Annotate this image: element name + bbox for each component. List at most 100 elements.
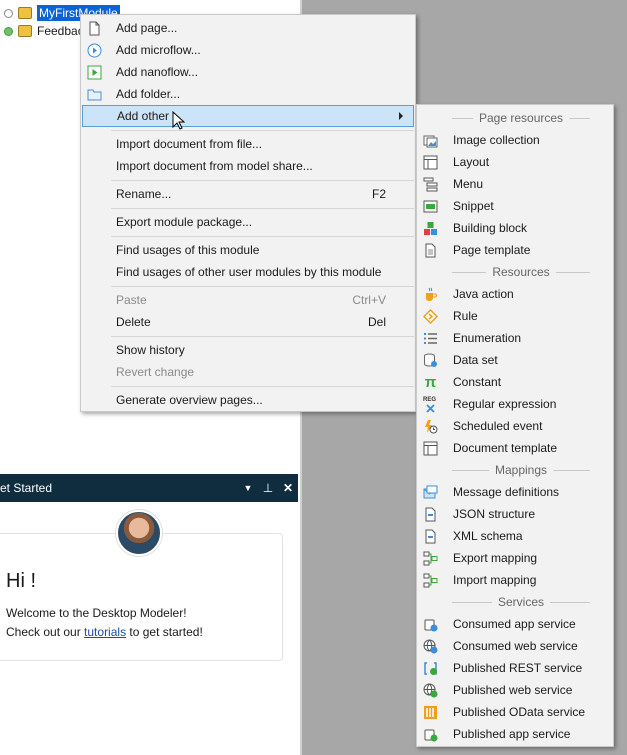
submenu-item-label: Published app service xyxy=(453,727,571,741)
avatar xyxy=(116,510,162,556)
submenu-item-enumeration[interactable]: Enumeration xyxy=(418,327,612,349)
welcome-text: Welcome to the Desktop Modeler! xyxy=(6,606,187,620)
menu-separator xyxy=(111,208,414,209)
menu-item-revert-change: Revert change xyxy=(82,361,414,383)
data-set-icon xyxy=(424,353,437,367)
menu-item-label: Delete xyxy=(116,315,151,329)
menu-separator xyxy=(111,386,414,387)
greeting: Hi ! xyxy=(6,570,36,592)
submenu-item-snippet[interactable]: Snippet xyxy=(418,195,612,217)
xml-schema-icon xyxy=(425,529,436,543)
submenu-item-label: Image collection xyxy=(453,133,540,147)
submenu-item-layout[interactable]: Layout xyxy=(418,151,612,173)
submenu-item-scheduled-event[interactable]: Scheduled event xyxy=(418,415,612,437)
pin-icon[interactable]: ⊥ xyxy=(258,481,278,495)
submenu-item-page-template[interactable]: Page template xyxy=(418,239,612,261)
tree-item-label: Feedbac xyxy=(37,24,84,38)
expand-icon[interactable] xyxy=(4,8,13,18)
menu-item-label: Generate overview pages... xyxy=(116,393,263,407)
tree-item-feedback[interactable]: Feedbac xyxy=(4,22,84,40)
submenu-item-document-template[interactable]: Document template xyxy=(418,437,612,459)
submenu-item-message-definitions[interactable]: Message definitions xyxy=(418,481,612,503)
submenu-item-published-odata-service[interactable]: Published OData service xyxy=(418,701,612,723)
page-template-icon xyxy=(425,243,436,257)
submenu-item-java-action[interactable]: Java action xyxy=(418,283,612,305)
dropdown-icon[interactable]: ▼ xyxy=(238,483,258,493)
menu-item-import-file[interactable]: Import document from file... xyxy=(82,133,414,155)
section-header: Services xyxy=(418,591,612,613)
scheduled-event-icon xyxy=(425,419,438,433)
java-action-icon xyxy=(426,287,437,301)
menu-item-shortcut: Del xyxy=(367,315,386,329)
menu-item-add-nanoflow[interactable]: Add nanoflow... xyxy=(82,61,414,83)
menu-item-generate-overview[interactable]: Generate overview pages... xyxy=(82,389,414,411)
menu-item-show-history[interactable]: Show history xyxy=(82,339,414,361)
submenu-item-label: Rule xyxy=(453,309,478,323)
menu-item-paste: Paste Ctrl+V xyxy=(82,289,414,311)
tutorial-prefix: Check out our xyxy=(6,625,85,639)
published-odata-service-icon xyxy=(424,705,437,719)
submenu-item-label: Menu xyxy=(453,177,484,191)
submenu-item-building-block[interactable]: Building block xyxy=(418,217,612,239)
menu-item-add-page[interactable]: Add page... xyxy=(82,17,414,39)
menu-item-add-microflow[interactable]: Add microflow... xyxy=(82,39,414,61)
submenu-item-label: XML schema xyxy=(453,529,523,543)
submenu-item-label: Export mapping xyxy=(453,551,538,565)
submenu-item-json-structure[interactable]: JSON structure xyxy=(418,503,612,525)
submenu-item-xml-schema[interactable]: XML schema xyxy=(418,525,612,547)
menu-item-label: Import document from model share... xyxy=(116,159,313,173)
submenu-item-export-mapping[interactable]: Export mapping xyxy=(418,547,612,569)
submenu-item-published-web-service[interactable]: Published web service xyxy=(418,679,612,701)
submenu-item-rule[interactable]: Rule xyxy=(418,305,612,327)
submenu-item-regular-expression[interactable]: REG Regular expression xyxy=(418,393,612,415)
published-app-service-icon xyxy=(424,729,438,741)
json-structure-icon xyxy=(425,507,436,521)
import-mapping-icon xyxy=(423,573,438,587)
section-header: Resources xyxy=(418,261,612,283)
section-label: Resources xyxy=(492,265,550,279)
section-label: Services xyxy=(498,595,545,609)
menu-item-delete[interactable]: Delete Del xyxy=(82,311,414,333)
menu-item-find-usages[interactable]: Find usages of this module xyxy=(82,239,414,261)
submenu-item-label: Message definitions xyxy=(453,485,560,499)
submenu-item-image-collection[interactable]: Image collection xyxy=(418,129,612,151)
menu-item-rename[interactable]: Rename... F2 xyxy=(82,183,414,205)
menu-item-export-module[interactable]: Export module package... xyxy=(82,211,414,233)
menu-item-import-model-share[interactable]: Import document from model share... xyxy=(82,155,414,177)
submenu-item-data-set[interactable]: Data set xyxy=(418,349,612,371)
folder-icon xyxy=(87,89,102,100)
menu-item-add-folder[interactable]: Add folder... xyxy=(82,83,414,105)
submenu-item-menu[interactable]: Menu xyxy=(418,173,612,195)
submenu-item-label: JSON structure xyxy=(453,507,536,521)
submenu-item-label: Enumeration xyxy=(453,331,522,345)
submenu-item-label: Java action xyxy=(453,287,514,301)
rule-icon xyxy=(423,308,438,324)
submenu-item-constant[interactable]: π Constant xyxy=(418,371,612,393)
menu-item-find-usages-other[interactable]: Find usages of other user modules by thi… xyxy=(82,261,414,283)
expand-icon[interactable] xyxy=(4,26,13,36)
published-rest-service-icon xyxy=(424,661,437,675)
tutorials-link[interactable]: tutorials xyxy=(84,625,126,639)
panel-title: et Started xyxy=(0,481,53,495)
add-other-submenu: Page resources Image collection Layout M… xyxy=(416,104,614,747)
layout-icon xyxy=(423,155,438,169)
menu-item-label: Add other xyxy=(117,109,170,123)
menu-item-label: Revert change xyxy=(116,365,195,379)
submenu-arrow-icon xyxy=(399,112,403,120)
menu-item-label: Add nanoflow... xyxy=(116,65,199,79)
submenu-item-published-rest-service[interactable]: Published REST service xyxy=(418,657,612,679)
menu-separator xyxy=(111,236,414,237)
submenu-item-label: Snippet xyxy=(453,199,494,213)
submenu-item-import-mapping[interactable]: Import mapping xyxy=(418,569,612,591)
submenu-item-published-app-service[interactable]: Published app service xyxy=(418,723,612,745)
menu-item-add-other[interactable]: Add other xyxy=(82,105,414,127)
microflow-icon xyxy=(87,43,102,57)
get-started-header: et Started ▼ ⊥ ✕ xyxy=(0,474,298,502)
snippet-icon xyxy=(423,200,438,212)
module-icon xyxy=(18,25,32,37)
submenu-item-consumed-app-service[interactable]: Consumed app service xyxy=(418,613,612,635)
submenu-item-label: Constant xyxy=(453,375,502,389)
menu-separator xyxy=(111,336,414,337)
close-icon[interactable]: ✕ xyxy=(278,481,298,495)
submenu-item-consumed-web-service[interactable]: Consumed web service xyxy=(418,635,612,657)
